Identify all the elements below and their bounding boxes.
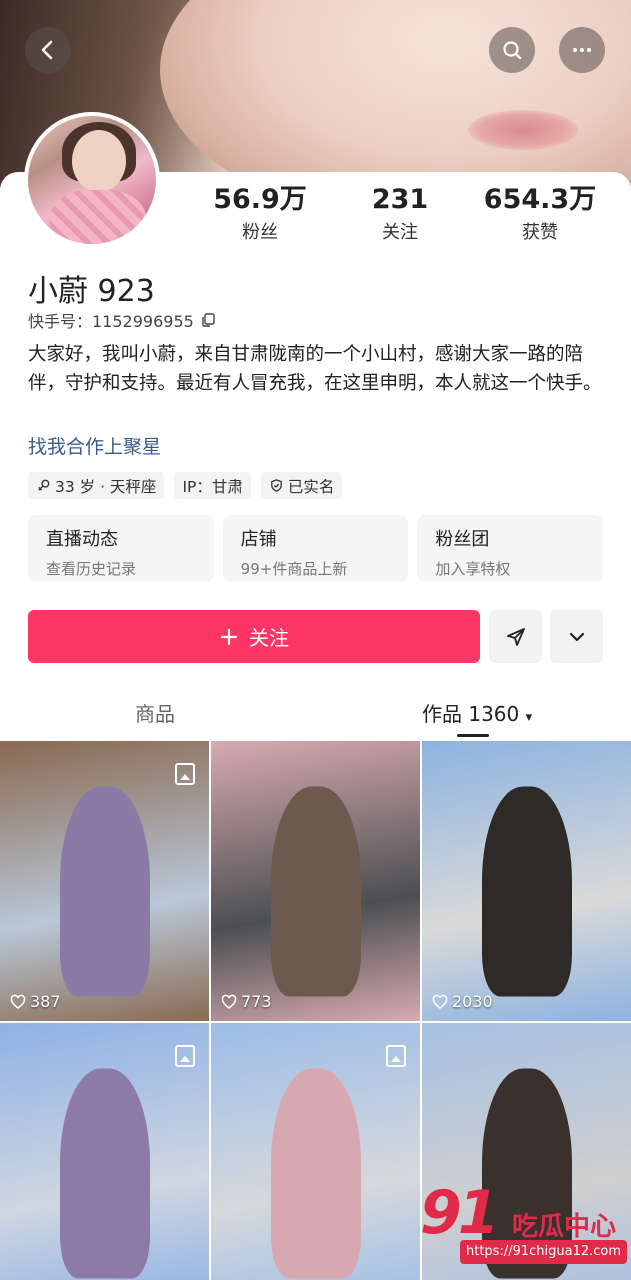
- avatar-dress: [50, 190, 146, 244]
- card-title: 粉丝团: [435, 529, 490, 550]
- card-subtitle: 99+件商品上新: [240, 560, 348, 578]
- expand-button[interactable]: [550, 610, 603, 663]
- chevron-down-icon: [569, 632, 584, 641]
- cooperation-link[interactable]: 找我合作上聚星: [28, 432, 161, 459]
- tag-ip: IP：甘肃: [174, 472, 251, 499]
- post-likes-count: 773: [241, 992, 272, 1011]
- stat-label: 粉丝: [242, 222, 278, 243]
- post-thumbnail[interactable]: [211, 1023, 420, 1280]
- post-likes: 387: [10, 992, 61, 1011]
- heart-icon: [221, 994, 237, 1009]
- card-fan-club[interactable]: 粉丝团 加入享特权: [417, 515, 604, 582]
- avatar-head: [72, 130, 126, 192]
- stat-label: 关注: [382, 222, 418, 243]
- search-button[interactable]: [489, 27, 535, 73]
- post-thumbnail[interactable]: 387: [0, 741, 209, 1021]
- card-subtitle: 加入享特权: [435, 560, 511, 578]
- image-post-icon: [386, 1045, 406, 1067]
- profile-tags: 33 岁 · 天秤座 IP：甘肃 已实名: [28, 472, 343, 499]
- tab-works-label: 作品 1360: [422, 702, 520, 726]
- tag-text: 33 岁 · 天秤座: [55, 477, 157, 496]
- tag-text: 已实名: [287, 477, 335, 496]
- post-likes-count: 2030: [452, 992, 493, 1011]
- search-icon: [503, 41, 522, 60]
- post-figure: [59, 1068, 150, 1279]
- user-id-text: 快手号：1152996955: [28, 312, 194, 331]
- post-likes: 773: [221, 992, 272, 1011]
- stat-number: 654.3万: [483, 184, 597, 215]
- tag-verified: 已实名: [260, 472, 343, 499]
- post-thumbnail[interactable]: [0, 1023, 209, 1280]
- heart-icon: [432, 994, 448, 1009]
- post-likes-count: 387: [30, 992, 61, 1011]
- feature-cards: 直播动态 查看历史记录 店铺 99+件商品上新 粉丝团 加入享特权: [28, 515, 604, 582]
- follow-button[interactable]: 关注: [28, 610, 480, 663]
- chevron-left-icon: [41, 40, 53, 60]
- post-figure: [481, 786, 572, 997]
- profile-bio: 大家好，我叫小蔚，来自甘肃陇南的一个小山村，感谢大家一路的陪伴，守护和支持。最近…: [28, 344, 602, 394]
- card-title: 直播动态: [46, 529, 118, 550]
- tab-works[interactable]: 作品 1360 ▾: [422, 698, 532, 727]
- banner-face: [160, 0, 631, 200]
- content-tabs: 商品 作品 1360 ▾: [0, 690, 631, 740]
- banner-lips: [468, 110, 578, 150]
- tag-age: 33 岁 · 天秤座: [28, 472, 165, 499]
- stat-number: 231: [371, 184, 429, 215]
- profile-stats: 56.9万 粉丝 231 关注 654.3万 获赞: [190, 184, 610, 244]
- follow-label: 关注: [249, 626, 289, 650]
- more-dots-icon: [573, 48, 591, 52]
- more-button[interactable]: [559, 27, 605, 73]
- share-button[interactable]: [489, 610, 542, 663]
- watermark-number: 91: [420, 1178, 499, 1248]
- post-figure: [270, 786, 361, 997]
- tag-text: IP：甘肃: [182, 477, 243, 496]
- image-post-icon: [175, 1045, 195, 1067]
- post-figure: [270, 1068, 361, 1279]
- back-button[interactable]: [25, 27, 71, 73]
- watermark-logo: 91 吃瓜中心 https://91chigua12.com: [420, 1178, 628, 1270]
- heart-icon: [10, 994, 26, 1009]
- plus-icon: [220, 628, 238, 645]
- tab-goods[interactable]: 商品: [135, 698, 175, 727]
- post-thumbnail[interactable]: 2030: [422, 741, 631, 1021]
- send-icon: [506, 627, 525, 646]
- card-live[interactable]: 直播动态 查看历史记录: [28, 515, 214, 582]
- caret-down-icon: ▾: [525, 710, 533, 725]
- shield-check-icon: [271, 479, 282, 492]
- stat-number: 56.9万: [213, 184, 307, 215]
- copy-icon[interactable]: [200, 312, 216, 328]
- watermark-url: https://91chigua12.com: [460, 1240, 628, 1264]
- avatar[interactable]: [24, 112, 160, 248]
- stat-label: 获赞: [522, 222, 558, 243]
- watermark-text: 吃瓜中心: [512, 1212, 617, 1242]
- image-post-icon: [175, 763, 195, 785]
- active-tab-indicator: [457, 734, 489, 737]
- post-likes: 2030: [432, 992, 493, 1011]
- card-subtitle: 查看历史记录: [46, 560, 137, 578]
- stat-likes[interactable]: 654.3万 获赞: [470, 184, 610, 244]
- post-thumbnail[interactable]: 773: [211, 741, 420, 1021]
- card-title: 店铺: [240, 529, 277, 550]
- profile-name: 小蔚 923: [28, 274, 155, 309]
- stat-followers[interactable]: 56.9万 粉丝: [190, 184, 330, 244]
- card-shop[interactable]: 店铺 99+件商品上新: [222, 515, 409, 582]
- gender-icon: [38, 479, 50, 491]
- stat-following[interactable]: 231 关注: [330, 184, 470, 244]
- post-figure: [59, 786, 150, 997]
- user-id: 快手号：1152996955: [28, 308, 216, 332]
